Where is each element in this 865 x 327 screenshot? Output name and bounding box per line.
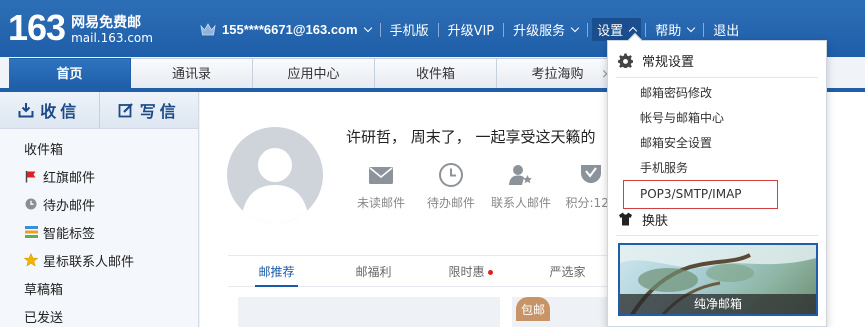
folder-starred-contacts[interactable]: 星标联系人邮件 (0, 246, 198, 274)
skin-preview-label: 纯净邮箱 (620, 294, 816, 314)
clock-icon (439, 163, 463, 187)
receive-mail-button[interactable]: 收信 (0, 92, 99, 128)
tshirt-icon (619, 212, 632, 226)
main-tabs: 首页 通讯录 应用中心 收件箱 考拉海购 × (9, 58, 619, 89)
avatar[interactable] (227, 127, 323, 223)
stat-unread[interactable]: 未读邮件 (346, 162, 416, 211)
upgrade-vip-link[interactable]: 升级VIP (448, 20, 495, 39)
notification-dot (487, 270, 493, 275)
pop3-smtp-imap-item[interactable]: POP3/SMTP/IMAP (640, 184, 742, 204)
gear-icon (618, 52, 633, 68)
change-skin-item[interactable]: 换肤 (608, 207, 826, 231)
tab-app-center[interactable]: 应用中心 (253, 58, 375, 89)
chevron-down-icon (686, 23, 696, 32)
default-avatar-icon (241, 148, 309, 223)
chevron-down-icon (363, 23, 372, 32)
settings-dropdown: 常规设置 邮箱密码修改 帐号与邮箱中心 邮箱安全设置 手机服务 POP3/SMT… (607, 32, 827, 327)
password-change-item[interactable]: 邮箱密码修改 (640, 83, 712, 103)
logo-title: 网易免费邮 (71, 15, 142, 31)
help-menu[interactable]: 帮助 (655, 20, 696, 39)
security-settings-item[interactable]: 邮箱安全设置 (640, 133, 712, 153)
upgrade-services-menu[interactable]: 升级服务 (513, 20, 580, 39)
account-email: 155****6671@163.com (222, 22, 358, 37)
feed-card[interactable] (238, 297, 500, 327)
tag-stack-icon (24, 225, 38, 239)
feed-tab-welfare[interactable]: 邮福利 (325, 256, 422, 286)
tab-inbox[interactable]: 收件箱 (375, 58, 497, 89)
points-icon (581, 165, 601, 183)
mail-stats: 未读邮件 待办邮件 联系人邮件 积分:121 (346, 162, 626, 211)
logout-link[interactable]: 退出 (713, 20, 739, 39)
folder-smart-tags[interactable]: 智能标签 (0, 218, 198, 246)
folder-drafts[interactable]: 草稿箱 (0, 274, 198, 302)
sidebar: 收信 写信 收件箱 红旗邮件 待办邮件 智能标签 星标联系人邮件 草稿箱 已发送 (0, 92, 199, 327)
tab-contacts[interactable]: 通讯录 (131, 58, 253, 89)
folder-todo[interactable]: 待办邮件 (0, 190, 198, 218)
general-settings-item[interactable]: 常规设置 (608, 48, 826, 72)
folder-list: 收件箱 红旗邮件 待办邮件 智能标签 星标联系人邮件 草稿箱 已发送 (0, 129, 198, 327)
compose-mail-button[interactable]: 写信 (98, 92, 199, 128)
feed-tab-yanxuan[interactable]: 严选家 (519, 256, 616, 286)
stat-contacts[interactable]: 联系人邮件 (486, 162, 556, 211)
mobile-service-item[interactable]: 手机服务 (640, 158, 688, 178)
stat-todo[interactable]: 待办邮件 (416, 162, 486, 211)
feed-tab-recommend[interactable]: 邮推荐 (228, 256, 325, 287)
chevron-down-icon (570, 23, 580, 32)
tab-kaola[interactable]: 考拉海购 × (497, 58, 619, 89)
free-shipping-badge: 包邮 (516, 297, 550, 321)
mobile-version-link[interactable]: 手机版 (390, 20, 429, 39)
tab-home[interactable]: 首页 (9, 58, 131, 89)
contact-star-icon (509, 165, 532, 185)
logo-subtitle: mail.163.com (71, 31, 153, 45)
feed-tabs: 邮推荐 邮福利 限时惠 严选家 (228, 255, 648, 287)
red-flag-icon (24, 169, 38, 183)
star-icon (24, 253, 38, 267)
folder-sent[interactable]: 已发送 (0, 302, 198, 327)
account-center-item[interactable]: 帐号与邮箱中心 (640, 108, 724, 128)
compose-icon (118, 103, 133, 118)
crown-icon (200, 22, 216, 35)
account-menu[interactable]: 155****6671@163.com (222, 22, 372, 37)
feed-tab-flash-sale[interactable]: 限时惠 (422, 256, 519, 286)
folder-red-flag[interactable]: 红旗邮件 (0, 162, 198, 190)
top-navigation: 155****6671@163.com 手机版 升级VIP 升级服务 设置 帮助… (200, 18, 739, 41)
clock-icon (24, 197, 38, 211)
greeting-text: 许研哲， 周末了， 一起享受这天籁的 (346, 128, 596, 146)
receive-icon (18, 103, 34, 118)
folder-inbox[interactable]: 收件箱 (0, 134, 198, 162)
envelope-icon (369, 167, 393, 184)
logo[interactable]: 163 网易免费邮 mail.163.com (8, 9, 153, 47)
logo-number: 163 (8, 7, 66, 48)
skin-preview[interactable]: 纯净邮箱 (618, 243, 818, 316)
